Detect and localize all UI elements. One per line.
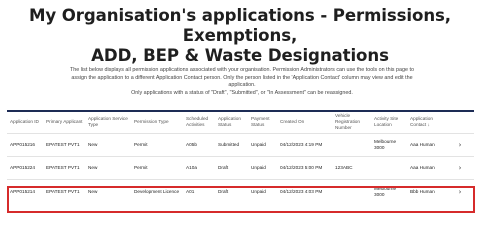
cell-activity-site: Melbourne 3000	[371, 132, 407, 156]
header-application-status[interactable]: Application Status	[215, 112, 248, 133]
cell-service-type: New	[85, 178, 131, 204]
description-line-3: application.	[228, 82, 256, 89]
cell-service-type: New	[85, 155, 131, 179]
cell-scheduled-activities: A10a	[183, 155, 215, 179]
header-application-id[interactable]: Application ID	[7, 112, 43, 133]
header-primary-applicant[interactable]: Primary Applicant	[43, 112, 85, 133]
sort-down-icon: ↓	[427, 122, 430, 128]
cell-permission-type: Permit	[131, 132, 183, 156]
header-service-type[interactable]: Application Service Type	[85, 112, 131, 133]
cell-application-contact: Aaa Human	[407, 132, 445, 156]
page-title-line-2: ADD, BEP & Waste Designations	[91, 46, 389, 65]
chevron-right-icon[interactable]: ›	[448, 188, 472, 195]
row-open-button[interactable]: ›	[445, 132, 474, 156]
header-action	[445, 112, 474, 133]
chevron-right-icon[interactable]: ›	[448, 164, 472, 171]
header-application-contact[interactable]: Application Contact ↓	[407, 112, 445, 133]
cell-vehicle-registration	[332, 178, 371, 204]
cell-permission-type: Permit	[131, 155, 183, 179]
header-permission-type[interactable]: Permission Type	[131, 112, 183, 133]
cell-vehicle-registration	[332, 132, 371, 156]
cell-application-id: APP015216	[7, 132, 43, 156]
cell-payment-status: Unpaid	[248, 178, 277, 204]
cell-service-type: New	[85, 132, 131, 156]
cell-application-id: APP015224	[7, 155, 43, 179]
cell-permission-type: Development Licence	[131, 178, 183, 204]
cell-activity-site	[371, 155, 407, 179]
cell-scheduled-activities: A05b	[183, 132, 215, 156]
header-vehicle-registration[interactable]: Vehicle Registration Number	[332, 112, 371, 133]
table-row[interactable]: APP015224 EPATEST PVT1 New Permit A10a D…	[7, 155, 474, 179]
cell-primary-applicant: EPATEST PVT1	[43, 155, 85, 179]
cell-payment-status: Unpaid	[248, 155, 277, 179]
applications-table: Application ID Primary Applicant Applica…	[7, 110, 474, 210]
table-row[interactable]: APP015216 EPATEST PVT1 New Permit A05b S…	[7, 132, 474, 156]
cell-created-on: 04/12/2023 4:19 PM	[277, 132, 332, 156]
page-title-line-1: My Organisation's applications - Permiss…	[28, 6, 452, 45]
cell-payment-status: Unpaid	[248, 132, 277, 156]
cell-application-id: APP015214	[7, 178, 43, 204]
row-open-button[interactable]: ›	[445, 155, 474, 179]
row-open-button[interactable]: ›	[445, 178, 474, 204]
description-line-1: The list below displays all permission a…	[70, 67, 414, 73]
header-payment-status[interactable]: Payment Status	[248, 112, 277, 133]
header-created-on[interactable]: Created On	[277, 112, 332, 133]
header-activity-site[interactable]: Activity Site Location	[371, 112, 407, 133]
cell-application-contact: Aaa Human	[407, 155, 445, 179]
cell-application-status: Submitted	[215, 132, 248, 156]
cell-scheduled-activities: A01	[183, 178, 215, 204]
header-scheduled-activities[interactable]: Scheduled Activities	[183, 112, 215, 133]
cell-application-status: Draft	[215, 155, 248, 179]
description-line-2: assign the application to a different Ap…	[71, 74, 413, 81]
description-line-4: Only applications with a status of "Draf…	[131, 89, 353, 96]
chevron-right-icon[interactable]: ›	[448, 141, 472, 148]
cell-primary-applicant: EPATEST PVT1	[43, 178, 85, 204]
table-header-row: Application ID Primary Applicant Applica…	[7, 112, 474, 133]
cell-application-contact: Bbb Human	[407, 178, 445, 204]
cell-primary-applicant: EPATEST PVT1	[43, 132, 85, 156]
cell-activity-site: Melbourne 3000	[371, 178, 407, 204]
page-title: My Organisation's applications - Permiss…	[0, 6, 480, 66]
table-row-selected[interactable]: APP015214 EPATEST PVT1 New Development L…	[7, 178, 474, 204]
cell-created-on: 04/12/2023 5:00 PM	[277, 155, 332, 179]
cell-created-on: 04/12/2023 4:03 PM	[277, 178, 332, 204]
cell-application-status: Draft	[215, 178, 248, 204]
page-description: The list below displays all permission a…	[14, 67, 470, 97]
cell-vehicle-registration: 123ABC	[332, 155, 371, 179]
